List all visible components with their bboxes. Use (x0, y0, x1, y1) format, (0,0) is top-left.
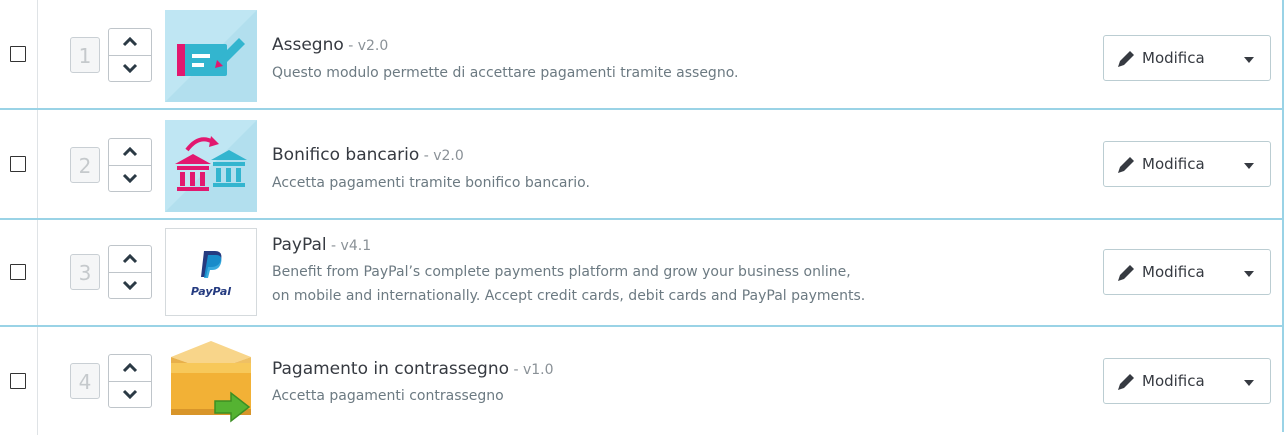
module-row-assegno: 1 Assegno - v2.0 Questo modulo permette … (0, 0, 1284, 108)
move-up-button[interactable] (109, 246, 151, 273)
chevron-down-icon (122, 389, 138, 399)
move-down-button[interactable] (109, 55, 151, 81)
cash-on-delivery-icon (171, 341, 251, 423)
edit-button-label: Modifica (1142, 49, 1205, 67)
edit-button-label: Modifica (1142, 263, 1205, 281)
module-row-bonifico: 2 Bonifico bancario - v2.0 Accetta pagam… (0, 110, 1284, 218)
row-select-cell (0, 0, 38, 108)
check-payment-icon (165, 10, 257, 102)
pencil-icon (1118, 157, 1134, 173)
move-up-button[interactable] (109, 29, 151, 56)
row-checkbox[interactable] (10, 46, 26, 62)
bank-transfer-icon (165, 120, 257, 212)
module-row-contrassegno: 4 Pagamento in contrassegno - v1.0 Accet… (0, 327, 1284, 435)
module-version: - v4.1 (326, 238, 372, 254)
module-version: - v2.0 (343, 38, 389, 54)
module-name: Bonifico bancario (272, 145, 420, 165)
pencil-icon (1118, 51, 1134, 67)
move-up-button[interactable] (109, 355, 151, 382)
paypal-logo-text: PayPal (190, 285, 232, 298)
paypal-logo: PayPal (165, 228, 257, 316)
description-line: Questo modulo permette di accettare paga… (272, 65, 739, 81)
module-description: Questo modulo permette di accettare paga… (272, 61, 738, 85)
chevron-down-icon (122, 63, 138, 73)
caret-down-icon[interactable] (1244, 57, 1254, 63)
move-up-button[interactable] (109, 139, 151, 166)
chevron-up-icon (122, 363, 138, 373)
move-down-button[interactable] (109, 381, 151, 407)
module-description: Accetta pagamenti contrassegno (272, 384, 504, 408)
edit-button-label: Modifica (1142, 155, 1205, 173)
row-checkbox[interactable] (10, 373, 26, 389)
payment-module-list: 1 Assegno - v2.0 Questo modulo permette … (0, 0, 1284, 435)
description-line: Accetta pagamenti contrassegno (272, 388, 504, 404)
position-arrows (108, 28, 152, 82)
row-select-cell (0, 220, 38, 328)
position-number: 4 (70, 363, 100, 399)
caret-down-icon[interactable] (1244, 163, 1254, 169)
chevron-down-icon (122, 173, 138, 183)
position-number: 2 (70, 147, 100, 183)
module-name: Pagamento in contrassegno (272, 359, 510, 379)
chevron-up-icon (122, 37, 138, 47)
caret-down-icon[interactable] (1244, 380, 1254, 386)
position-arrows (108, 138, 152, 192)
move-down-button[interactable] (109, 165, 151, 191)
edit-button[interactable]: Modifica (1103, 249, 1271, 295)
edit-button[interactable]: Modifica (1103, 358, 1271, 404)
module-row-paypal: 3 PayPal PayPal - v4.1 Benefit from PayP… (0, 220, 1284, 328)
module-title: Bonifico bancario - v2.0 (272, 145, 464, 165)
module-description: Benefit from PayPal’s complete payments … (272, 260, 865, 308)
description-line: Accetta pagamenti tramite bonifico banca… (272, 175, 590, 191)
paypal-p-icon (201, 251, 222, 278)
edit-button-label: Modifica (1142, 372, 1205, 390)
edit-button[interactable]: Modifica (1103, 141, 1271, 187)
row-checkbox[interactable] (10, 264, 26, 280)
row-checkbox[interactable] (10, 156, 26, 172)
position-number: 1 (70, 37, 100, 73)
module-title: PayPal - v4.1 (272, 235, 371, 255)
chevron-down-icon (122, 280, 138, 290)
chevron-up-icon (122, 254, 138, 264)
position-arrows (108, 245, 152, 299)
position-number: 3 (70, 254, 100, 290)
module-title: Assegno - v2.0 (272, 35, 388, 55)
caret-down-icon[interactable] (1244, 271, 1254, 277)
module-name: PayPal (272, 235, 327, 255)
row-select-cell (0, 327, 38, 435)
pencil-icon (1118, 374, 1134, 390)
module-name: Assegno (272, 35, 344, 55)
row-select-cell (0, 110, 38, 218)
edit-button[interactable]: Modifica (1103, 35, 1271, 81)
chevron-up-icon (122, 147, 138, 157)
pencil-icon (1118, 265, 1134, 281)
description-line: Benefit from PayPal’s complete payments … (272, 264, 851, 280)
module-version: - v1.0 (509, 362, 554, 378)
position-arrows (108, 354, 152, 408)
module-title: Pagamento in contrassegno - v1.0 (272, 359, 554, 379)
description-line: on mobile and internationally. Accept cr… (272, 288, 866, 304)
move-down-button[interactable] (109, 272, 151, 298)
module-description: Accetta pagamenti tramite bonifico banca… (272, 171, 590, 195)
module-version: - v2.0 (419, 148, 464, 164)
